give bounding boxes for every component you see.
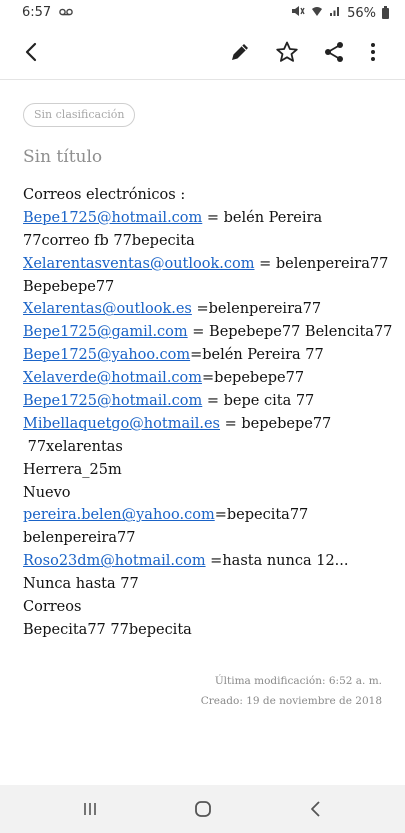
note-line-text: Nuevo: [23, 484, 71, 501]
email-link[interactable]: pereira.belen@yahoo.com: [23, 507, 215, 523]
note-line: Xelaverde@hotmail.com=bepebepe77: [23, 367, 393, 390]
note-line-text: Bepecita77 77bepecita: [23, 621, 192, 638]
note-line: belenpereira77: [23, 527, 393, 550]
star-icon[interactable]: [273, 38, 301, 66]
note-line: Correos electrónicos :: [23, 184, 393, 207]
note-line-text: belenpereira77: [23, 530, 136, 547]
email-link[interactable]: Bepe1725@hotmail.com: [23, 210, 202, 226]
note-line-text: 77xelarentas: [23, 438, 123, 455]
note-line: Bepe1725@hotmail.com = bepe cita 77: [23, 390, 393, 413]
note-line: Herrera_25m: [23, 459, 393, 482]
battery-percent: 56%: [347, 5, 376, 21]
mute-icon: [291, 5, 305, 21]
toolbar-divider: [0, 79, 405, 80]
note-line: Bepebepe77: [23, 276, 393, 299]
note-line-text: = belenpereira77: [254, 255, 389, 272]
recents-icon[interactable]: [80, 799, 100, 819]
note-line-text: =bepecita77: [214, 507, 309, 524]
email-link[interactable]: Xelaverde@hotmail.com: [23, 370, 202, 386]
email-link[interactable]: Roso23dm@hotmail.com: [23, 553, 206, 569]
note-line: Correos: [23, 596, 393, 619]
more-vert-icon[interactable]: [359, 38, 387, 66]
note-line: Nuevo: [23, 482, 393, 505]
note-line: Bepe1725@hotmail.com = belén Pereira: [23, 207, 393, 230]
note-line-text: Bepebepe77: [23, 278, 115, 295]
pencil-icon[interactable]: [226, 38, 254, 66]
email-link[interactable]: Mibellaquetgo@hotmail.es: [23, 416, 220, 432]
note-line: Roso23dm@hotmail.com =hasta nunca 12...: [23, 550, 393, 573]
note-line-text: =bepebepe77: [202, 370, 305, 387]
note-line-text: = bepe cita 77: [202, 393, 315, 410]
note-line: pereira.belen@yahoo.com=bepecita77: [23, 504, 393, 527]
email-link[interactable]: Bepe1725@gamil.com: [23, 324, 188, 340]
note-line: Bepecita77 77bepecita: [23, 619, 393, 642]
note-line-text: Herrera_25m: [23, 461, 122, 478]
note-line-text: =belén Pereira 77: [190, 347, 324, 364]
status-right: 56%: [291, 5, 389, 21]
status-time: 6:57: [22, 5, 52, 20]
note-line-text: = bepebepe77: [220, 415, 332, 432]
email-link[interactable]: Xelarentasventas@outlook.com: [23, 256, 254, 272]
email-link[interactable]: Bepe1725@hotmail.com: [23, 393, 202, 409]
status-left: 6:57: [22, 5, 74, 20]
note-line: 77xelarentas: [23, 436, 393, 459]
signal-icon: [329, 5, 341, 21]
voicemail-icon: [59, 5, 74, 20]
note-line: Xelarentasventas@outlook.com = belenpere…: [23, 253, 393, 276]
share-icon[interactable]: [320, 38, 348, 66]
back-arrow-icon[interactable]: [18, 38, 46, 66]
note-line: Bepe1725@gamil.com = Bepebepe77 Belencit…: [23, 321, 393, 344]
note-body[interactable]: Correos electrónicos : Bepe1725@hotmail.c…: [23, 184, 393, 642]
note-line-text: =hasta nunca 12...: [205, 553, 349, 570]
note-line-text: = belén Pereira: [202, 209, 323, 226]
note-line-text: Correos: [23, 599, 82, 616]
wifi-icon: [311, 5, 323, 21]
note-toolbar: [0, 26, 405, 78]
note-line: Mibellaquetgo@hotmail.es = bepebepe77: [23, 413, 393, 436]
note-line: 77correo fb 77bepecita: [23, 230, 393, 253]
email-link[interactable]: Bepe1725@yahoo.com: [23, 347, 190, 363]
note-line-text: Nunca hasta 77: [23, 576, 139, 593]
last-modified-label: Última modificación: 6:52 a. m.: [214, 675, 382, 687]
status-bar: 6:57 56%: [0, 0, 405, 26]
created-label: Creado: 19 de noviembre de 2018: [200, 695, 382, 707]
battery-icon: [382, 5, 389, 19]
back-icon[interactable]: [306, 799, 326, 819]
email-link[interactable]: Xelarentas@outlook.es: [23, 301, 192, 317]
note-line: Nunca hasta 77: [23, 573, 393, 596]
note-title[interactable]: Sin título: [23, 147, 102, 167]
note-line-text: Correos electrónicos :: [23, 187, 186, 203]
system-nav-bar: [0, 785, 405, 833]
category-chip[interactable]: Sin clasificación: [23, 103, 136, 127]
note-line: Bepe1725@yahoo.com=belén Pereira 77: [23, 344, 393, 367]
note-line: Xelarentas@outlook.es =belenpereira77: [23, 298, 393, 321]
note-line-text: = Bepebepe77 Belencita77: [187, 324, 393, 341]
home-icon[interactable]: [193, 799, 213, 819]
note-line-text: 77correo fb 77bepecita: [23, 232, 195, 249]
note-line-text: =belenpereira77: [191, 301, 322, 318]
